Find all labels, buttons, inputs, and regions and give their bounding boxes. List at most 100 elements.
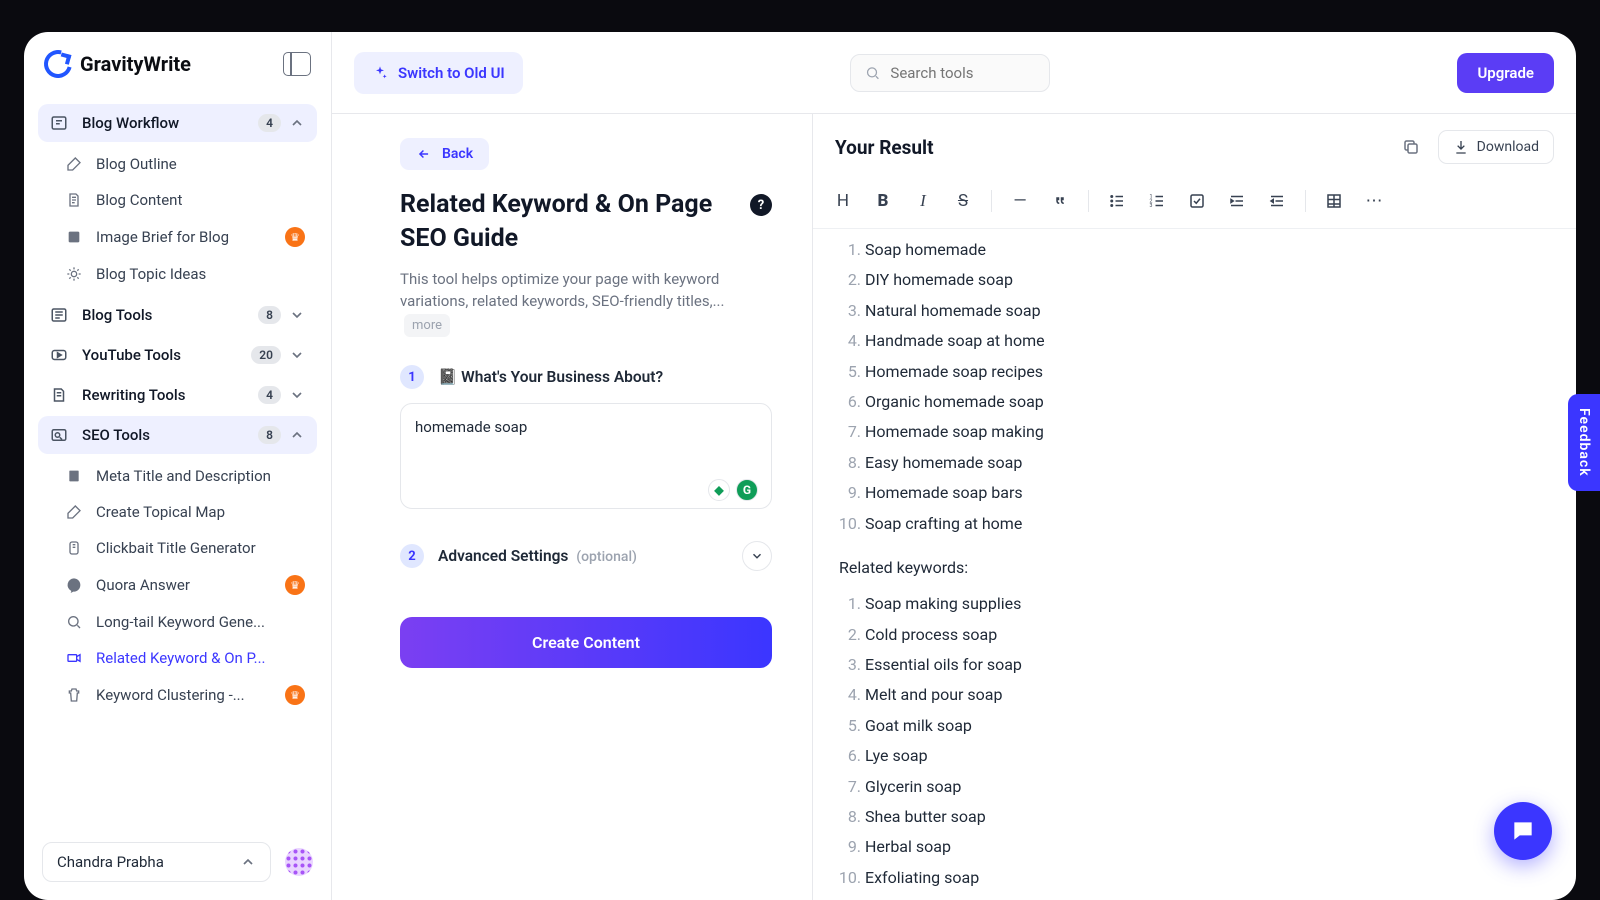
outdent-button[interactable]: [1259, 184, 1295, 218]
brand[interactable]: GravityWrite: [44, 50, 191, 78]
avatar[interactable]: [285, 848, 313, 876]
chat-fab[interactable]: [1494, 802, 1552, 860]
search-input[interactable]: [890, 64, 1035, 82]
item-label: Keyword Clustering -...: [96, 686, 245, 704]
chat-icon: [1510, 818, 1536, 844]
feedback-tab[interactable]: Feedback: [1568, 394, 1600, 491]
topbar: Switch to Old UI Upgrade: [332, 32, 1576, 114]
list-item: Homemade soap bars: [865, 478, 1550, 508]
item-label: Image Brief for Blog: [96, 228, 229, 246]
download-button[interactable]: Download: [1438, 130, 1554, 164]
editor-toolbar: H B I S — 123 ⋯: [813, 178, 1576, 229]
cat-rewriting-tools[interactable]: Rewriting Tools 4: [38, 376, 317, 414]
italic-button[interactable]: I: [905, 184, 941, 218]
more-button[interactable]: ⋯: [1356, 184, 1392, 218]
sidebar-item[interactable]: Clickbait Title Generator: [54, 530, 317, 566]
strike-button[interactable]: S: [945, 184, 981, 218]
list-item: Natural homemade soap: [865, 296, 1550, 326]
step1-label: 📓 What's Your Business About?: [438, 368, 663, 386]
bullet-list-button[interactable]: [1099, 184, 1135, 218]
list-item: Lye soap: [865, 741, 1550, 771]
sidebar-item[interactable]: Create Topical Map: [54, 494, 317, 530]
crown-icon: ♛: [285, 575, 305, 595]
list-item: Herbal soap: [865, 832, 1550, 862]
badge: 20: [251, 346, 281, 364]
step-number: 1: [400, 365, 424, 389]
item-label: Related Keyword & On P...: [96, 649, 266, 667]
item-icon: [66, 687, 86, 703]
list-item: Goat milk soap: [865, 711, 1550, 741]
collapse-sidebar-icon[interactable]: [283, 52, 311, 76]
item-label: Blog Topic Ideas: [96, 265, 206, 283]
list-item: Soap crafting at home: [865, 509, 1550, 539]
chevron-up-icon: [289, 427, 305, 443]
item-label: Blog Content: [96, 191, 182, 209]
item-label: Quora Answer: [96, 576, 190, 594]
cat-seo-tools[interactable]: SEO Tools 8: [38, 416, 317, 454]
logo-icon: [39, 45, 77, 83]
heading-button[interactable]: H: [825, 184, 861, 218]
cat-label: YouTube Tools: [82, 346, 181, 364]
sidebar-item[interactable]: Long-tail Keyword Gene...: [54, 604, 317, 640]
result-content[interactable]: Soap homemadeDIY homemade soapNatural ho…: [813, 229, 1576, 900]
sidebar-item[interactable]: Keyword Clustering -... ♛: [54, 676, 317, 714]
sidebar-item[interactable]: Blog Outline: [54, 146, 317, 182]
list-item: Organic homemade soap: [865, 387, 1550, 417]
step2-label: Advanced Settings (optional): [438, 547, 637, 565]
search-box[interactable]: [850, 54, 1050, 92]
number-list-button[interactable]: 123: [1139, 184, 1175, 218]
result-pane: Your Result Download H B I S — 123: [812, 114, 1576, 900]
sidebar-item[interactable]: Blog Content: [54, 182, 317, 218]
cat-blog-workflow[interactable]: Blog Workflow 4: [38, 104, 317, 142]
sidebar-item[interactable]: Quora Answer ♛: [54, 566, 317, 604]
chevron-down-icon: [289, 347, 305, 363]
download-icon: [1453, 139, 1469, 155]
list-item: Exfoliating soap: [865, 863, 1550, 893]
switch-label: Switch to Old UI: [398, 64, 505, 82]
copy-button[interactable]: [1396, 132, 1426, 162]
crown-icon: ♛: [285, 227, 305, 247]
badge: 8: [258, 426, 281, 444]
user-menu[interactable]: Chandra Prabha: [42, 842, 271, 882]
back-button[interactable]: Back: [400, 138, 489, 170]
quote-button[interactable]: [1042, 184, 1078, 218]
create-content-button[interactable]: Create Content: [400, 617, 772, 668]
item-icon: [66, 468, 86, 484]
switch-ui-button[interactable]: Switch to Old UI: [354, 52, 523, 94]
sidebar-item[interactable]: Related Keyword & On P...: [54, 640, 317, 676]
cat-youtube-tools[interactable]: YouTube Tools 20: [38, 336, 317, 374]
more-link[interactable]: more: [404, 314, 450, 338]
chevron-up-icon: [289, 115, 305, 131]
list-item: Soap making supplies: [865, 589, 1550, 619]
upgrade-button[interactable]: Upgrade: [1457, 53, 1554, 93]
page-description: This tool helps optimize your page with …: [400, 268, 772, 338]
sidebar-item[interactable]: Image Brief for Blog ♛: [54, 218, 317, 256]
sidebar-item[interactable]: Blog Topic Ideas: [54, 256, 317, 292]
item-label: Create Topical Map: [96, 503, 225, 521]
item-icon: [66, 614, 86, 630]
item-icon: [66, 192, 86, 208]
table-button[interactable]: [1316, 184, 1352, 218]
crown-icon: ♛: [285, 685, 305, 705]
indent-button[interactable]: [1219, 184, 1255, 218]
grammarly-icon[interactable]: G: [736, 479, 758, 501]
grammarly-shield-icon[interactable]: ◆: [708, 479, 730, 501]
item-icon: [66, 229, 86, 245]
cat-label: Blog Tools: [82, 306, 152, 324]
item-label: Meta Title and Description: [96, 467, 271, 485]
cat-blog-tools[interactable]: Blog Tools 8: [38, 296, 317, 334]
item-icon: [66, 504, 86, 520]
expand-button[interactable]: [742, 541, 772, 571]
badge: 4: [258, 386, 281, 404]
list-item: Shea butter soap: [865, 802, 1550, 832]
checklist-button[interactable]: [1179, 184, 1215, 218]
hr-button[interactable]: —: [1002, 184, 1038, 218]
list-item: Glycerin soap: [865, 772, 1550, 802]
brand-name: GravityWrite: [80, 52, 191, 76]
bold-button[interactable]: B: [865, 184, 901, 218]
arrow-left-icon: [416, 147, 432, 161]
back-label: Back: [442, 146, 473, 162]
help-icon[interactable]: ?: [750, 194, 772, 216]
sidebar-item[interactable]: Meta Title and Description: [54, 458, 317, 494]
badge: 8: [258, 306, 281, 324]
